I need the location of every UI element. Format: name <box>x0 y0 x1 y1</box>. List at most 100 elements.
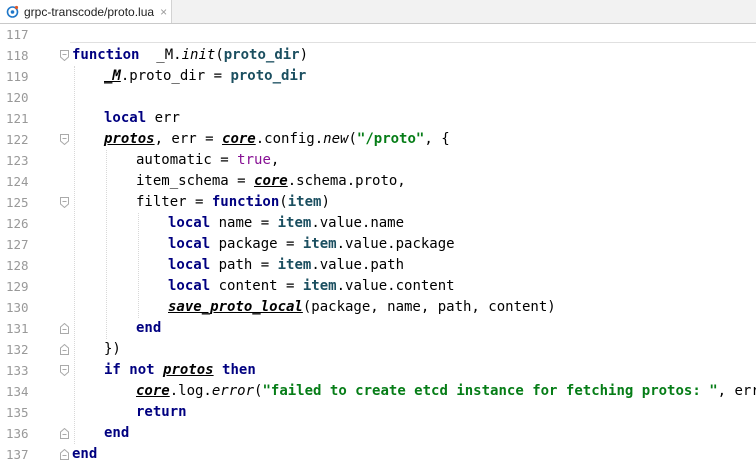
code-token: ( <box>348 131 357 147</box>
code-token: , <box>270 152 280 168</box>
fold-close-icon[interactable] <box>60 449 69 460</box>
code-line[interactable]: 126 local name = item.value.name <box>0 213 756 234</box>
code-token: local <box>168 278 211 294</box>
code-line[interactable]: 123 automatic = true, <box>0 150 756 171</box>
code-token: filter = <box>136 194 212 210</box>
code-line[interactable]: 122 protos, err = core.config.new("/proto… <box>0 129 756 150</box>
code-token: .value.package <box>336 236 455 252</box>
line-number: 117 <box>6 27 29 42</box>
code-text: }) <box>104 339 121 360</box>
code-line[interactable]: 118 function _M.init(proto_dir) <box>0 45 756 66</box>
code-line[interactable]: 129 local content = item.value.content <box>0 276 756 297</box>
code-line[interactable]: 130 save_proto_local(package, name, path,… <box>0 297 756 318</box>
code-token: then <box>222 362 256 378</box>
code-token: "failed to create etcd instance for fetc… <box>262 383 718 399</box>
code-token: true <box>237 152 271 168</box>
fold-open-icon[interactable] <box>60 50 69 61</box>
code-token: local <box>168 236 211 252</box>
code-token: local <box>168 257 211 273</box>
code-line[interactable]: 133 if not protos then <box>0 360 756 381</box>
line-number: 129 <box>6 279 29 294</box>
code-line[interactable]: 120 <box>0 87 756 108</box>
indent-guide <box>74 66 75 444</box>
line-number: 131 <box>6 321 29 336</box>
code-token: function <box>72 47 140 63</box>
code-token: ) <box>299 47 309 63</box>
code-token: err <box>146 110 180 126</box>
code-token: .value.path <box>311 257 405 273</box>
code-line[interactable]: 127 local package = item.value.package <box>0 234 756 255</box>
code-text: return <box>136 402 187 423</box>
line-number: 125 <box>6 195 29 210</box>
code-editor[interactable]: 117 118 function _M.init(proto_dir) 119 _M.p… <box>0 24 756 469</box>
code-token: protos <box>163 362 214 378</box>
line-number: 121 <box>6 111 29 126</box>
line-number: 137 <box>6 447 29 462</box>
code-token: .log. <box>169 383 212 399</box>
code-token: name = <box>210 215 278 231</box>
lua-file-icon <box>6 5 19 18</box>
close-icon[interactable]: × <box>160 6 167 18</box>
fold-open-icon[interactable] <box>60 134 69 145</box>
code-line[interactable]: 135 return <box>0 402 756 423</box>
code-line[interactable]: 137 end <box>0 444 756 465</box>
line-number: 133 <box>6 363 29 378</box>
code-line[interactable]: 125 filter = function(item) <box>0 192 756 213</box>
code-text: if not protos then <box>104 360 256 381</box>
code-token: automatic = <box>136 152 238 168</box>
code-token: "/proto" <box>356 131 425 147</box>
code-token: item_schema = <box>136 173 255 189</box>
code-token: protos <box>104 131 155 147</box>
code-text: local package = item.value.package <box>168 234 455 255</box>
line-number: 132 <box>6 342 29 357</box>
code-token: .config. <box>255 131 324 147</box>
code-token: error <box>211 383 255 399</box>
code-line[interactable]: 134 core.log.error("failed to create etcd… <box>0 381 756 402</box>
code-token: _M. <box>139 47 182 63</box>
code-token: save_proto_local <box>168 299 303 315</box>
fold-close-icon[interactable] <box>60 344 69 355</box>
code-token: item <box>287 194 322 210</box>
code-line[interactable]: 132}) <box>0 339 756 360</box>
code-token: return <box>136 404 187 420</box>
code-text: protos, err = core.config.new("/proto", … <box>104 129 450 150</box>
code-token: }) <box>104 341 121 357</box>
code-line[interactable]: 121 local err <box>0 108 756 129</box>
line-number: 128 <box>6 258 29 273</box>
code-token: new <box>323 131 349 147</box>
line-number: 124 <box>6 174 29 189</box>
code-text: end <box>136 318 161 339</box>
code-line[interactable]: 136 end <box>0 423 756 444</box>
fold-close-icon[interactable] <box>60 323 69 334</box>
code-text: filter = function(item) <box>136 192 330 213</box>
indent-guide <box>106 150 107 339</box>
fold-open-icon[interactable] <box>60 197 69 208</box>
code-line[interactable]: 131 end <box>0 318 756 339</box>
code-text: save_proto_local(package, name, path, co… <box>168 297 556 318</box>
code-text: automatic = true, <box>136 150 279 171</box>
code-line[interactable]: 117 <box>0 24 756 45</box>
code-text: local content = item.value.content <box>168 276 455 297</box>
code-token: core <box>136 383 170 399</box>
code-token: core <box>254 173 288 189</box>
code-token: proto_dir <box>230 68 307 84</box>
fold-close-icon[interactable] <box>60 428 69 439</box>
line-number: 134 <box>6 384 29 399</box>
line-number: 126 <box>6 216 29 231</box>
code-text: item_schema = core.schema.proto, <box>136 171 406 192</box>
code-token: ) <box>321 194 330 210</box>
code-line[interactable]: 128 local path = item.value.path <box>0 255 756 276</box>
code-line[interactable]: 119 _M.proto_dir = proto_dir <box>0 66 756 87</box>
code-line[interactable]: 124 item_schema = core.schema.proto, <box>0 171 756 192</box>
tab-proto-lua[interactable]: grpc-transcode/proto.lua × <box>0 0 172 23</box>
code-token: local <box>104 110 147 126</box>
line-number: 136 <box>6 426 29 441</box>
fold-open-icon[interactable] <box>60 365 69 376</box>
code-token: , { <box>424 131 450 147</box>
code-token: end <box>72 446 98 462</box>
code-token: end <box>104 425 130 441</box>
code-text: local path = item.value.path <box>168 255 404 276</box>
code-token: item <box>302 278 337 294</box>
